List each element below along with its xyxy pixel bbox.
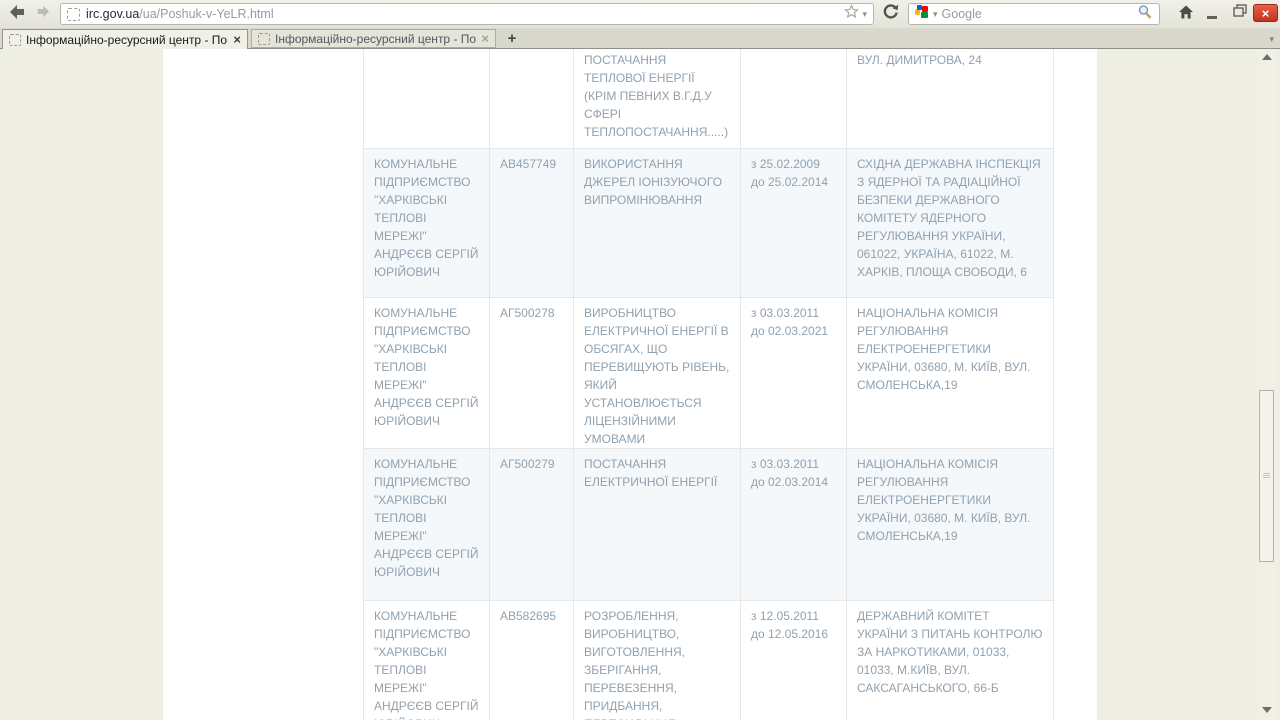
cell-company [364,49,490,148]
table-row: КОМУНАЛЬНЕ ПІДПРИЄМСТВО "ХАРКІВСЬКІ ТЕПЛ… [364,600,1054,720]
search-box[interactable]: ▾ [908,3,1160,25]
url-bar[interactable]: irc.gov.ua/ua/Poshuk-v-YeLR.html ▾ [60,3,874,25]
cell-period: з 03.03.2011 до 02.03.2021 [741,297,847,448]
browser-window: irc.gov.ua/ua/Poshuk-v-YeLR.html ▾ ▾ × [0,0,1280,720]
period-to: до 02.03.2014 [751,473,836,491]
table-row: ПОСТАЧАННЯ ТЕПЛОВОЇ ЕНЕРГІЇ (КРІМ ПЕВНИХ… [364,49,1054,148]
cell-authority: НАЦІОНАЛЬНА КОМІСІЯ РЕГУЛЮВАННЯ ЕЛЕКТРОЕ… [847,448,1054,600]
cell-company: КОМУНАЛЬНЕ ПІДПРИЄМСТВО "ХАРКІВСЬКІ ТЕПЛ… [364,297,490,448]
favicon-placeholder [67,8,80,21]
search-magnifier-icon[interactable] [1137,4,1153,25]
period-from: з 03.03.2011 [751,304,836,322]
cell-authority: НАЦІОНАЛЬНА КОМІСІЯ РЕГУЛЮВАННЯ ЕЛЕКТРОЕ… [847,297,1054,448]
period-from: з 12.05.2011 [751,607,836,625]
reload-icon [882,3,899,25]
tab-title: Інформаційно-ресурсний центр - Пошу... [275,32,476,46]
cell-period: з 25.02.2009 до 25.02.2014 [741,148,847,297]
cell-authority: ВУЛ. ДИМИТРОВА, 24 [847,49,1054,148]
forward-icon [35,5,50,23]
period-to: до 02.03.2021 [751,322,836,340]
restore-icon [1233,4,1247,22]
period-to: до 25.02.2014 [751,173,836,191]
cell-period: з 12.05.2011 до 12.05.2016 [741,600,847,720]
restore-button[interactable] [1230,5,1250,21]
vertical-scrollbar[interactable] [1257,49,1277,720]
cell-period [741,49,847,148]
bookmark-star-icon[interactable] [844,4,859,24]
tab-1[interactable]: Інформаційно-ресурсний центр - Пошу... × [2,29,248,49]
scrollbar-thumb[interactable] [1259,390,1274,562]
tab-favicon-placeholder [258,33,270,45]
forward-button[interactable] [32,6,52,22]
cell-period: з 03.03.2011 до 02.03.2014 [741,448,847,600]
cell-license-number: АВ582695 [490,600,574,720]
back-icon [9,4,27,25]
tab-close-icon[interactable]: × [481,32,489,45]
search-input[interactable] [942,7,1133,21]
home-button[interactable] [1176,5,1196,23]
cell-company: КОМУНАЛЬНЕ ПІДПРИЄМСТВО "ХАРКІВСЬКІ ТЕПЛ… [364,448,490,600]
url-text[interactable]: irc.gov.ua/ua/Poshuk-v-YeLR.html [86,7,838,21]
tab-2[interactable]: Інформаційно-ресурсний центр - Пошу... × [251,29,496,48]
reload-button[interactable] [878,4,902,24]
cell-company: КОМУНАЛЬНЕ ПІДПРИЄМСТВО "ХАРКІВСЬКІ ТЕПЛ… [364,148,490,297]
close-window-button[interactable]: × [1253,4,1278,22]
period-from: з 03.03.2011 [751,455,836,473]
cell-activity: ВИРОБНИЦТВО ЕЛЕКТРИЧНОЇ ЕНЕРГІЇ В ОБСЯГА… [574,297,741,448]
url-path: /ua/Poshuk-v-YeLR.html [139,7,273,21]
minimize-icon [1207,16,1217,19]
cell-license-number: АГ500278 [490,297,574,448]
cell-authority: СХІДНА ДЕРЖАВНА ІНСПЕКЦІЯ З ЯДЕРНОЇ ТА Р… [847,148,1054,297]
table-row: КОМУНАЛЬНЕ ПІДПРИЄМСТВО "ХАРКІВСЬКІ ТЕПЛ… [364,448,1054,600]
cell-license-number: АВ457749 [490,148,574,297]
table-row: КОМУНАЛЬНЕ ПІДПРИЄМСТВО "ХАРКІВСЬКІ ТЕПЛ… [364,297,1054,448]
home-icon [1177,4,1195,25]
google-logo-icon [915,5,929,24]
license-results-table: ПОСТАЧАННЯ ТЕПЛОВОЇ ЕНЕРГІЇ (КРІМ ПЕВНИХ… [363,49,1054,720]
scroll-up-icon[interactable] [1262,54,1272,60]
new-tab-button[interactable]: + [499,29,525,48]
cell-activity: ВИКОРИСТАННЯ ДЖЕРЕЛ ІОНІЗУЮЧОГО ВИПРОМІН… [574,148,741,297]
scroll-down-icon[interactable] [1262,707,1272,713]
minimize-button[interactable] [1202,7,1222,21]
search-engine-dropdown-icon[interactable]: ▾ [933,9,938,20]
cell-license-number: АГ500279 [490,448,574,600]
bookmark-dropdown-icon[interactable]: ▾ [862,9,867,20]
list-all-tabs-icon[interactable]: ▾ [1269,34,1274,45]
period-to: до 12.05.2016 [751,625,836,643]
cell-company: КОМУНАЛЬНЕ ПІДПРИЄМСТВО "ХАРКІВСЬКІ ТЕПЛ… [364,600,490,720]
cell-activity: РОЗРОБЛЕННЯ, ВИРОБНИЦТВО, ВИГОТОВЛЕННЯ, … [574,600,741,720]
cell-activity: ПОСТАЧАННЯ ЕЛЕКТРИЧНОЇ ЕНЕРГІЇ [574,448,741,600]
back-button[interactable] [6,4,30,24]
cell-activity: ПОСТАЧАННЯ ТЕПЛОВОЇ ЕНЕРГІЇ (КРІМ ПЕВНИХ… [574,49,741,148]
url-host: irc.gov.ua [86,7,139,21]
tab-close-icon[interactable]: × [233,33,241,46]
table-row: КОМУНАЛЬНЕ ПІДПРИЄМСТВО "ХАРКІВСЬКІ ТЕПЛ… [364,148,1054,297]
cell-authority: ДЕРЖАВНИЙ КОМІТЕТ УКРАЇНИ З ПИТАНЬ КОНТР… [847,600,1054,720]
page-content: ПОСТАЧАННЯ ТЕПЛОВОЇ ЕНЕРГІЇ (КРІМ ПЕВНИХ… [0,49,1280,720]
tab-title: Інформаційно-ресурсний центр - Пошу... [26,33,228,47]
cell-license-number [490,49,574,148]
tab-bar: Інформаційно-ресурсний центр - Пошу... ×… [0,28,1280,49]
navigation-toolbar: irc.gov.ua/ua/Poshuk-v-YeLR.html ▾ ▾ × [0,0,1280,28]
period-from: з 25.02.2009 [751,155,836,173]
tab-favicon-placeholder [9,34,21,46]
